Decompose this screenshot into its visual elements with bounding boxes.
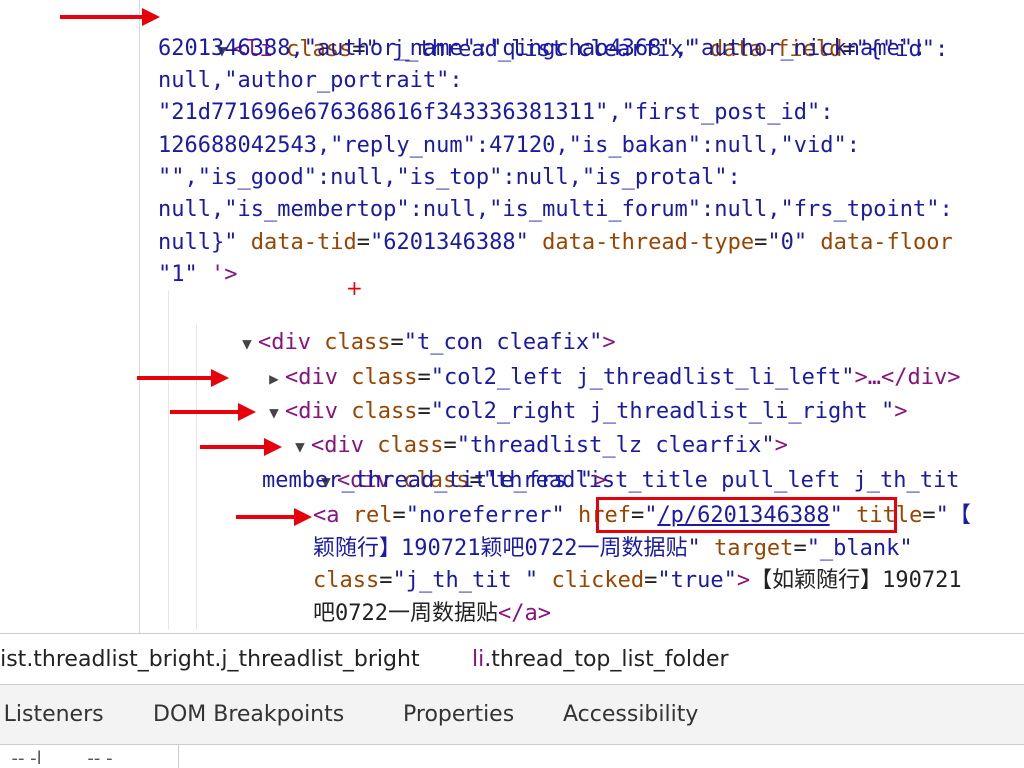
attr-value-continuation: null,"is_membertop":null,"is_multi_forum…: [158, 197, 953, 222]
red-arrow-icon: [236, 508, 312, 526]
panel-gutter: [139, 0, 140, 633]
attr-line: 颖随行】190721颖吧0722一周数据贴" target="_blank": [313, 536, 913, 561]
tab-event-listeners[interactable]: t Listeners: [0, 685, 104, 744]
tab-dom-breakpoints[interactable]: DOM Breakpoints: [153, 685, 344, 744]
plus-marker-icon: +: [346, 276, 363, 300]
attr-value-continuation: null,"author_portrait":: [158, 68, 463, 93]
sidebar-pane-content: -- -l -- -: [0, 745, 1024, 768]
tab-properties[interactable]: Properties: [403, 685, 514, 744]
red-arrow-icon: [60, 8, 160, 26]
breadcrumb: list.threadlist_bright.j_threadlist_brig…: [0, 633, 1024, 685]
attr-line: "1" '>: [158, 262, 238, 287]
anchor-text-line: 吧0722一周数据贴</a>: [313, 601, 551, 626]
attr-value-continuation: 126688042543,"reply_num":47120,"is_bakan…: [158, 133, 860, 158]
red-arrow-icon: [200, 438, 282, 456]
partial-content: -- -l -- -: [0, 748, 113, 768]
breadcrumb-item[interactable]: li.thread_top_list_folder: [472, 634, 729, 684]
red-arrow-icon: [137, 369, 229, 387]
indent-guide: [168, 290, 169, 630]
pane-divider: [178, 745, 179, 768]
attr-value-continuation: "21d771696e676368616f343336381311","firs…: [158, 100, 834, 125]
breadcrumb-item[interactable]: list.threadlist_bright.j_threadlist_brig…: [0, 634, 420, 684]
sidebar-tabs: t Listeners DOM Breakpoints Properties A…: [0, 685, 1024, 745]
attr-line: class="j_th_tit " clicked="true">【如颖随行】1…: [313, 568, 962, 593]
attr-value-continuation: member_thread_title_frs ">: [262, 468, 607, 493]
devtools-elements-panel: ▼ <li class=" j_thread_list clearfix" dat…: [0, 0, 1024, 768]
attr-value-continuation: "","is_good":null,"is_top":null,"is_prot…: [158, 165, 741, 190]
attr-line: null}" data-tid="6201346388" data-thread…: [158, 230, 953, 255]
href-highlight-box: [596, 497, 897, 533]
tab-accessibility[interactable]: Accessibility: [563, 685, 698, 744]
red-arrow-icon: [170, 403, 256, 421]
attr-value-continuation: 6201346388,"author_name":"qingchao4368",…: [158, 36, 927, 61]
